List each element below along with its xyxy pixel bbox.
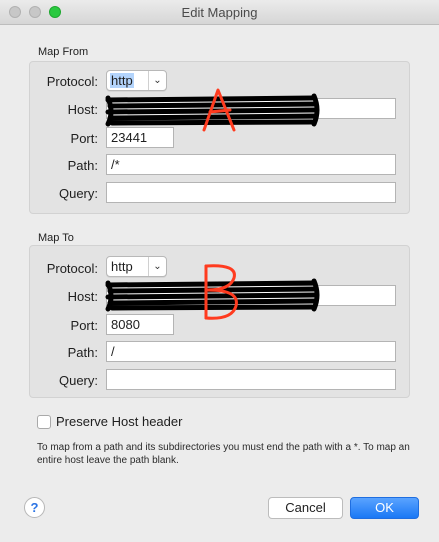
annotation-letter-a: A [198, 86, 236, 132]
path-hint-text: To map from a path and its subdirectorie… [37, 442, 410, 466]
map-from-host-label: Host: [67, 102, 98, 117]
map-to-port-label: Port: [70, 318, 98, 333]
map-from-query-label: Query: [58, 186, 98, 201]
cancel-button[interactable]: Cancel [268, 497, 343, 519]
map-from-query-field[interactable] [106, 182, 396, 203]
map-to-title: Map To [38, 232, 74, 244]
window-title: Edit Mapping [181, 5, 258, 20]
title-bar: Edit Mapping [0, 0, 439, 25]
map-to-protocol-value: http [111, 259, 133, 274]
map-to-port-field[interactable] [106, 314, 174, 335]
annotation-letter-b-text: B [198, 262, 199, 263]
preserve-host-checkbox[interactable] [37, 415, 51, 429]
annotation-letter-a-text: A [198, 86, 199, 87]
map-to-protocol-select[interactable]: http ⌄ [106, 256, 167, 277]
map-from-protocol-value: http [110, 73, 134, 88]
chevron-down-icon: ⌄ [148, 257, 166, 276]
map-from-path-field[interactable] [106, 154, 396, 175]
ok-button[interactable]: OK [350, 497, 419, 519]
map-to-path-field[interactable] [106, 341, 396, 362]
map-from-port-label: Port: [70, 131, 98, 146]
map-to-host-label: Host: [67, 289, 98, 304]
map-from-path-label: Path: [67, 158, 98, 173]
chevron-down-icon: ⌄ [148, 71, 166, 90]
map-from-title: Map From [38, 46, 89, 58]
map-from-protocol-select[interactable]: http ⌄ [106, 70, 167, 91]
map-to-query-field[interactable] [106, 369, 396, 390]
map-to-query-label: Query: [58, 373, 98, 388]
map-from-port-field[interactable] [106, 127, 174, 148]
map-to-path-label: Path: [67, 345, 98, 360]
map-from-protocol-label: Protocol: [46, 74, 98, 89]
help-button[interactable]: ? [24, 497, 45, 518]
preserve-host-label[interactable]: Preserve Host header [56, 414, 182, 429]
annotation-letter-b: B [198, 262, 238, 320]
map-to-protocol-label: Protocol: [46, 261, 98, 276]
